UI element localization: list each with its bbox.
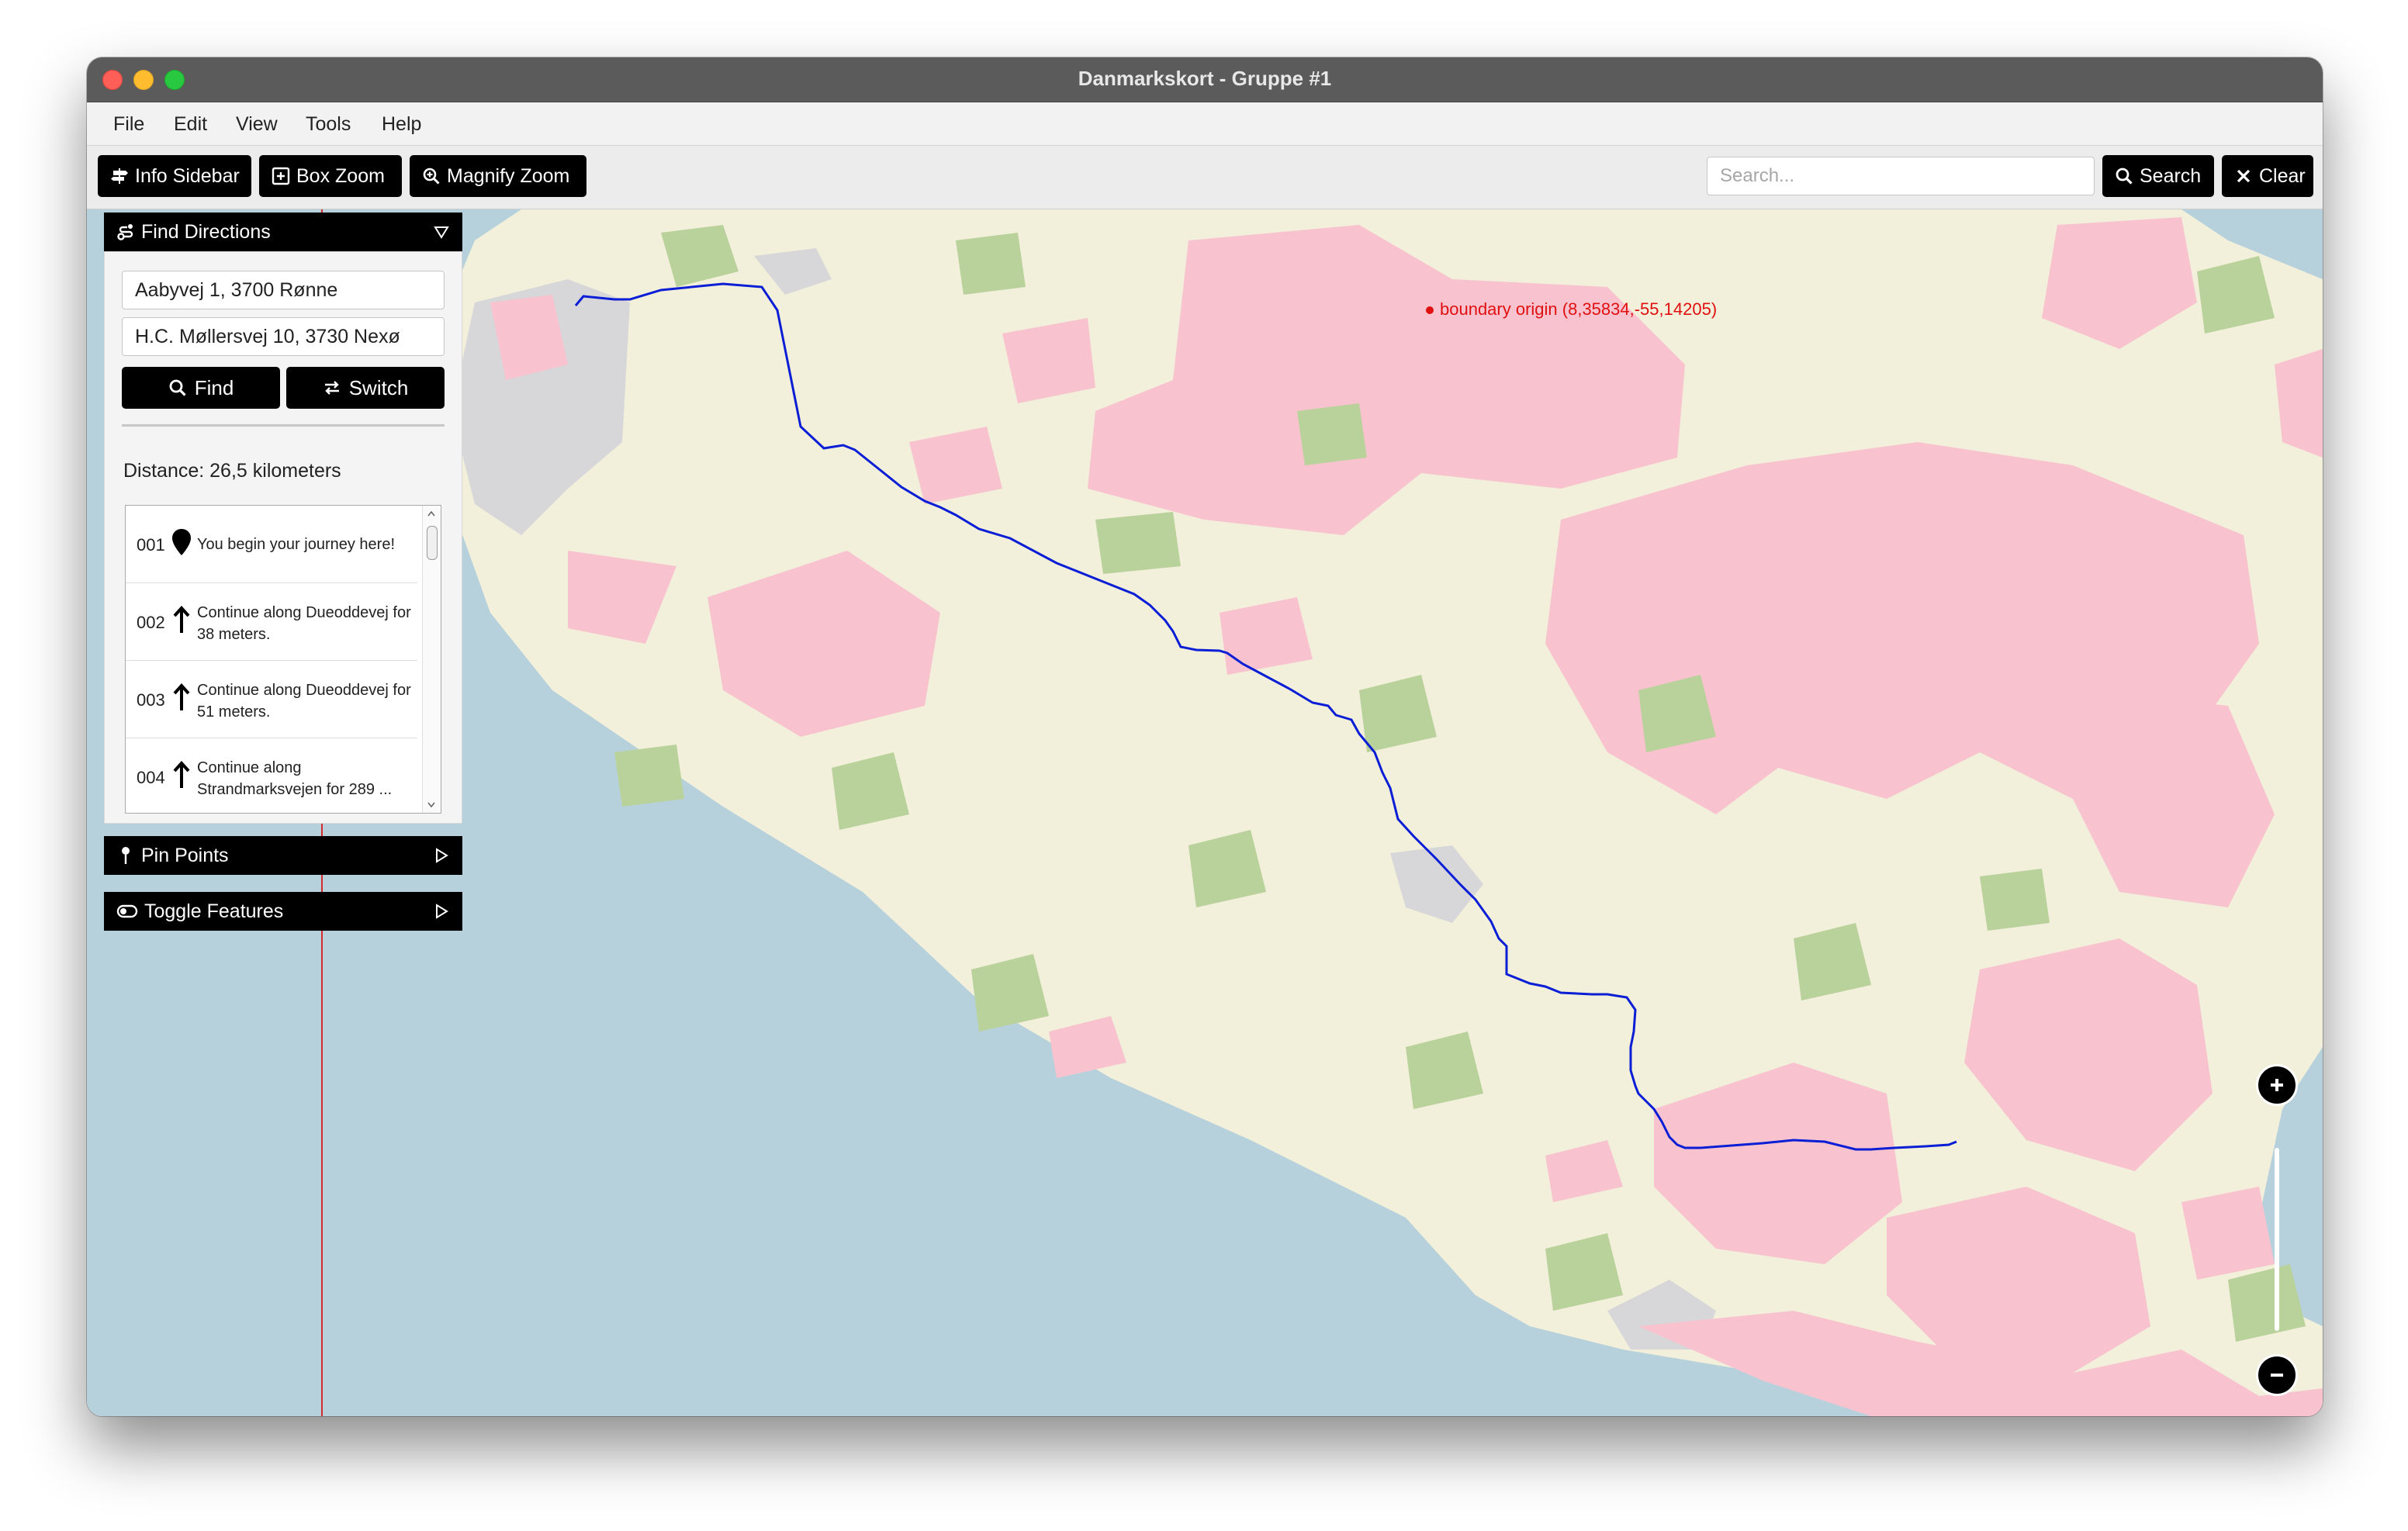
step-number: 001 xyxy=(137,535,165,555)
zoom-slider-track[interactable] xyxy=(2275,1148,2279,1331)
search-icon xyxy=(169,379,186,396)
step-text: Continue along Dueoddevej for 51 meters. xyxy=(197,682,411,721)
scrollbar-thumb[interactable] xyxy=(427,526,438,560)
direction-step[interactable]: 003 Continue along Dueoddevej for 51 met… xyxy=(126,661,417,738)
info-sidebar-label: Info Sidebar xyxy=(135,164,240,187)
zoom-in-icon xyxy=(423,168,440,185)
search-input[interactable] xyxy=(1707,157,2095,195)
search-label: Search xyxy=(2140,164,2202,187)
to-address-input[interactable] xyxy=(122,317,445,356)
close-icon xyxy=(2237,169,2251,183)
route-icon xyxy=(117,224,133,240)
clear-label: Clear xyxy=(2259,164,2306,187)
urban-area xyxy=(1390,845,1483,923)
step-number: 003 xyxy=(137,690,165,710)
menu-edit[interactable]: Edit xyxy=(174,113,207,136)
toggle-icon xyxy=(116,904,138,918)
step-text: Continue along Strandmarksvejen for 289 … xyxy=(197,759,393,798)
direction-step[interactable]: 001 You begin your journey here! xyxy=(126,506,417,583)
directions-scrollbar[interactable] xyxy=(422,506,441,813)
push-pin-icon xyxy=(122,847,130,864)
menu-view[interactable]: View xyxy=(236,113,278,136)
from-address-input[interactable] xyxy=(122,271,445,309)
search-button[interactable]: Search xyxy=(2102,155,2214,197)
plus-square-icon xyxy=(272,167,290,185)
switch-label: Switch xyxy=(348,375,409,399)
chevron-down-icon xyxy=(434,226,449,239)
panel-divider xyxy=(122,424,445,427)
toggle-features-header[interactable]: Toggle Features xyxy=(104,892,462,931)
direction-step[interactable]: 004 Continue along Strandmarksvejen for … xyxy=(126,738,417,813)
menu-tools[interactable]: Tools xyxy=(306,113,351,136)
step-text: Continue along Dueoddevej for 38 meters. xyxy=(197,604,411,643)
find-label: Find xyxy=(194,375,234,399)
map-pin-icon xyxy=(172,529,191,555)
step-text: You begin your journey here! xyxy=(197,536,395,553)
pin-points-title: Pin Points xyxy=(141,844,229,866)
clear-button[interactable]: Clear xyxy=(2222,155,2313,197)
info-sidebar-button[interactable]: Info Sidebar xyxy=(98,155,251,197)
toggle-features-title: Toggle Features xyxy=(144,900,284,922)
urban-area xyxy=(754,248,832,295)
scroll-down-icon[interactable] xyxy=(427,800,436,810)
step-number: 002 xyxy=(137,613,165,632)
directions-list[interactable]: 001 You begin your journey here! 002 Con… xyxy=(125,505,441,814)
magnify-zoom-button[interactable]: Magnify Zoom xyxy=(410,155,586,197)
magnify-zoom-label: Magnify Zoom xyxy=(447,164,570,187)
search-icon xyxy=(2116,168,2133,185)
minus-icon xyxy=(2271,1374,2283,1377)
window-title: Danmarkskort - Gruppe #1 xyxy=(1078,67,1332,90)
menu-file[interactable]: File xyxy=(113,113,144,136)
find-button[interactable]: Find xyxy=(122,367,280,409)
arrow-up-icon xyxy=(173,761,190,788)
menu-bar: File Edit View Tools Help xyxy=(87,102,2323,146)
arrow-up-icon xyxy=(173,606,190,633)
box-zoom-button[interactable]: Box Zoom xyxy=(259,155,402,197)
find-directions-title: Find Directions xyxy=(141,220,271,243)
boundary-origin-dot xyxy=(1426,306,1434,314)
menu-help[interactable]: Help xyxy=(382,113,421,136)
route-distance: Distance: 26,5 kilometers xyxy=(123,460,341,482)
toolbar: Info Sidebar Box Zoom Magnify Zoom Searc… xyxy=(87,146,2323,209)
switch-button[interactable]: Switch xyxy=(286,367,445,409)
title-bar: Danmarkskort - Gruppe #1 xyxy=(87,57,2323,102)
signpost-icon xyxy=(111,168,128,184)
step-number: 004 xyxy=(137,768,165,787)
swap-arrows-icon xyxy=(324,381,339,395)
plus-icon xyxy=(2271,1079,2283,1091)
find-directions-header[interactable]: Find Directions xyxy=(104,213,462,251)
box-zoom-label: Box Zoom xyxy=(296,164,385,187)
zoom-in-button[interactable] xyxy=(2256,1064,2298,1106)
boundary-origin-label: boundary origin (8,35834,-55,14205) xyxy=(1440,299,1718,319)
scroll-up-icon[interactable] xyxy=(427,509,436,518)
direction-step[interactable]: 002 Continue along Dueoddevej for 38 met… xyxy=(126,583,417,661)
pin-points-header[interactable]: Pin Points xyxy=(104,836,462,875)
find-directions-panel: Find Switch Distance: 26,5 kilometers 00… xyxy=(104,251,462,824)
zoom-out-button[interactable] xyxy=(2256,1354,2298,1396)
app-window: Danmarkskort - Gruppe #1 File Edit View … xyxy=(87,57,2323,1416)
chevron-right-icon xyxy=(436,904,448,919)
chevron-right-icon xyxy=(436,848,448,863)
arrow-up-icon xyxy=(173,683,190,710)
